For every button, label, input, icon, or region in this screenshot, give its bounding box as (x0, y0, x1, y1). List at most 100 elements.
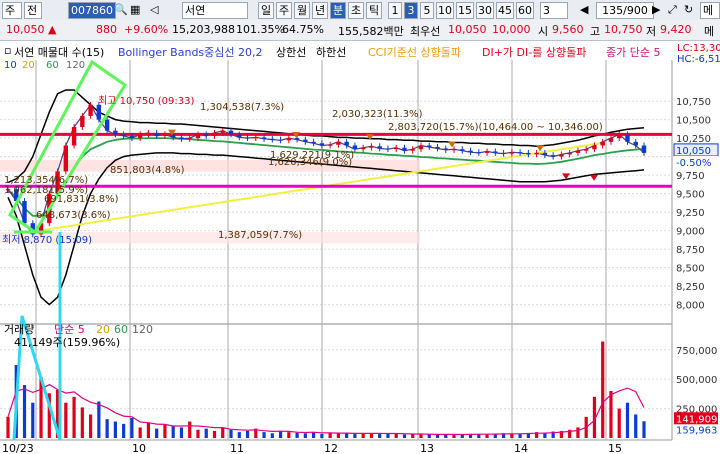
candle-body (402, 147, 407, 151)
volume-bar (262, 432, 266, 438)
candle-body (534, 152, 539, 155)
search-icon[interactable]: 🔍 (114, 2, 128, 17)
candle-body (451, 149, 457, 151)
volume-bar (155, 428, 159, 438)
candle-body (468, 150, 473, 153)
candle-body (113, 130, 118, 135)
x-tick-label: 14 (514, 442, 528, 454)
candle-body (311, 141, 316, 144)
interval-45[interactable]: 45 (496, 2, 514, 19)
price-chart[interactable]: 10,75010,50010,25010,0009,7509,5009,2509… (0, 40, 720, 454)
interval-30[interactable]: 30 (476, 2, 494, 19)
candle-body (641, 145, 647, 153)
period-day[interactable]: 일 (258, 2, 274, 19)
volume-bar (312, 432, 316, 438)
fullscreen-icon[interactable]: ⤢ (668, 2, 677, 17)
candle-body (71, 127, 77, 146)
candle-body (517, 152, 523, 154)
volume-bar (188, 421, 192, 438)
volume-bar (278, 430, 283, 438)
volume-bar (80, 407, 84, 438)
interval-1[interactable]: 1 (388, 2, 402, 19)
period-minute[interactable]: 분 (330, 2, 346, 19)
current-price: 10,050 (6, 23, 45, 36)
nav-left-icon[interactable]: ◀ (580, 2, 588, 17)
vol-ma-label: 단순 5 (54, 323, 85, 336)
candle-body (352, 145, 358, 150)
volume-bar (485, 434, 489, 438)
vol-tick-label: 750,000 (676, 346, 717, 357)
legend-name: 서연 매물대 수(15) (14, 46, 105, 59)
sound-icon[interactable]: ◁ (150, 2, 158, 17)
legend-lower: 하한선 (316, 46, 347, 59)
interval-3[interactable]: 3 (404, 2, 418, 19)
interval-15[interactable]: 15 (456, 2, 474, 19)
ma-period-label: 10 (4, 60, 17, 71)
nav-right-icon[interactable]: ▶ (652, 2, 660, 17)
candle-body (88, 104, 93, 116)
legend-cci: CCI기준선 상향돌파 (368, 46, 461, 59)
legend-upper: 상한선 (276, 46, 307, 59)
volume-bar (609, 390, 613, 438)
candle-body (162, 134, 168, 136)
candle-body (567, 152, 572, 155)
best-price: 10,050 (448, 23, 487, 36)
volume-bar (287, 432, 291, 438)
low-price: 9,420 (660, 23, 692, 36)
vp-label: 1,062,181(5.9%) (4, 185, 88, 196)
candle-body (154, 132, 159, 136)
candle-body (96, 104, 102, 120)
period-year[interactable]: 년 (312, 2, 328, 19)
ma-period-label: 60 (46, 60, 59, 71)
vp-label: 851,803(4.8%) (110, 165, 185, 176)
volume-value: 15,203,988 (172, 23, 235, 36)
volume-bar (146, 422, 151, 438)
candle-body (270, 138, 275, 140)
interval-select[interactable]: 3 (540, 2, 568, 19)
interval-60[interactable]: 60 (516, 2, 534, 19)
volume-bar (617, 408, 621, 438)
candle-body (460, 149, 465, 151)
calendar-icon[interactable]: ▦ (130, 2, 140, 17)
y-tick-label: 10,750 (676, 97, 711, 108)
period-tick[interactable]: 틱 (366, 2, 382, 19)
interval-10[interactable]: 10 (436, 2, 454, 19)
volume-bar (72, 396, 76, 438)
extra-menu[interactable]: 메 (704, 23, 714, 39)
menu-button[interactable]: 메 (700, 2, 720, 19)
candle-body (493, 151, 498, 153)
volume-profile-bar (0, 160, 420, 172)
candle-body (319, 143, 325, 146)
legend-lc: LC:13,30 (677, 43, 720, 54)
period-second[interactable]: 초 (348, 2, 364, 19)
candle-body (220, 130, 225, 133)
volume-bar (88, 414, 93, 438)
collapse-icon[interactable]: ▫ (4, 44, 11, 57)
refresh-icon[interactable]: ↻ (684, 2, 693, 17)
candle-body (278, 139, 283, 141)
broker-label: 최우선 (410, 25, 441, 38)
candle-body (509, 152, 515, 154)
ma-period-label: 120 (66, 60, 85, 71)
vol-tag-2: 159,963 (676, 425, 717, 436)
vol-note: 41,149주(159.96%) (14, 336, 120, 349)
volume-bar (22, 385, 27, 438)
volume-bar (113, 421, 117, 438)
candle-body (294, 138, 300, 140)
period-month[interactable]: 월 (294, 2, 310, 19)
period-week[interactable]: 주 (276, 2, 292, 19)
interval-5[interactable]: 5 (420, 2, 434, 19)
volume-bar (6, 416, 10, 438)
volume-bar (163, 425, 167, 438)
segment-select[interactable]: 전 (24, 2, 42, 19)
candle-body (121, 134, 126, 136)
candle-body (550, 155, 556, 157)
tab-select[interactable]: 주 (2, 2, 22, 19)
high-annotation: 최고 10,750 (09:33) (98, 95, 194, 107)
stock-code-input[interactable]: 007860 (68, 2, 116, 19)
candle-body (146, 132, 151, 135)
candle-body (237, 134, 242, 138)
candle-body (410, 149, 415, 151)
volume-bar (361, 433, 365, 438)
volume-bar (270, 433, 274, 438)
